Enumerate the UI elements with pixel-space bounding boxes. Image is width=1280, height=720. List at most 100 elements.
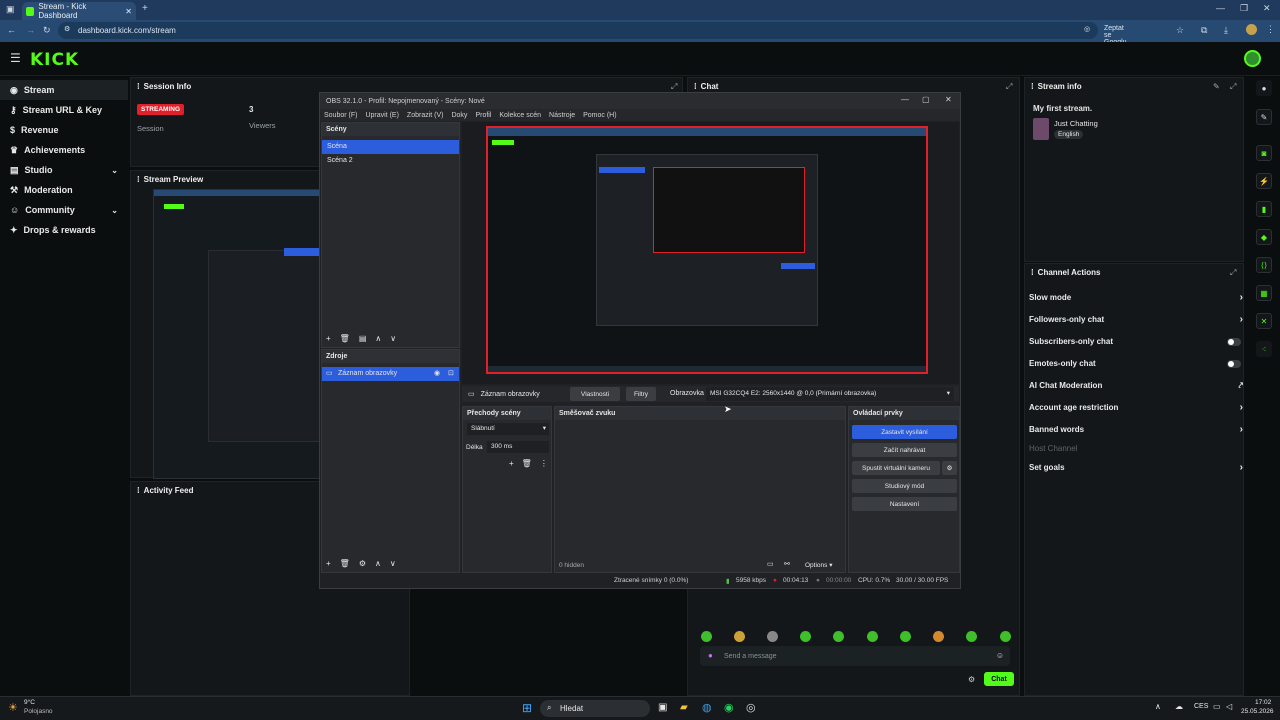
volume-icon[interactable]: ◁ <box>1226 702 1232 711</box>
obs-preview-area[interactable] <box>462 122 959 384</box>
chat-send-button[interactable]: Chat <box>984 672 1014 686</box>
network-icon[interactable]: ▭ <box>1213 702 1221 711</box>
emote-icon[interactable] <box>833 631 844 642</box>
downloads-icon[interactable]: ⤓ <box>1224 25 1228 36</box>
obs-preview-source-frame[interactable] <box>486 126 928 374</box>
new-tab-icon[interactable]: + <box>142 3 148 14</box>
bookmark-star-icon[interactable]: ☆ <box>1176 25 1184 36</box>
obs-close-icon[interactable]: ✕ <box>945 95 952 104</box>
mixer-options-button[interactable]: Options ▾ <box>805 561 832 569</box>
tab-list-icon[interactable]: ▣ <box>6 4 15 15</box>
file-explorer-icon[interactable]: ▰ <box>680 702 688 713</box>
emote-icon[interactable] <box>1000 631 1011 642</box>
settings-icon[interactable]: ⚙ <box>359 559 366 568</box>
emote-icon[interactable] <box>900 631 911 642</box>
back-icon[interactable]: ← <box>7 25 16 35</box>
studio-mode-button[interactable]: Studiový mód <box>852 479 957 493</box>
bolt-rail-icon[interactable]: ⚡ <box>1256 173 1272 189</box>
trash-icon[interactable]: 🗑 <box>340 334 350 343</box>
obs-menu-profile[interactable]: Profil <box>475 112 491 119</box>
emote-icon[interactable] <box>734 631 745 642</box>
edit-rail-icon[interactable]: ✎ <box>1256 109 1272 125</box>
kick-logo[interactable]: KICK <box>30 50 79 70</box>
emoji-icon[interactable]: ☺ <box>996 651 1004 660</box>
microphone-icon[interactable]: ● <box>708 651 713 660</box>
obs-menu-edit[interactable]: Upravit (E) <box>365 112 398 119</box>
filters-button[interactable]: Filtry <box>626 387 656 401</box>
site-info-icon[interactable]: ⚙ <box>64 25 70 33</box>
emote-icon[interactable] <box>767 631 778 642</box>
emote-icon[interactable] <box>701 631 712 642</box>
emote-icon[interactable] <box>800 631 811 642</box>
obs-menu-view[interactable]: Zobrazit (V) <box>407 112 444 119</box>
close-tab-icon[interactable]: ✕ <box>125 7 132 16</box>
emote-icon[interactable] <box>867 631 878 642</box>
obs-menu-scene-collection[interactable]: Kolekce scén <box>499 112 541 119</box>
emotes-only-toggle[interactable] <box>1227 359 1241 368</box>
weather-icon[interactable]: ☀ <box>8 701 18 714</box>
expand-icon[interactable]: ⤢ <box>1230 82 1236 92</box>
move-down-icon[interactable]: ∨ <box>390 334 396 343</box>
code-rail-icon[interactable]: ⟨⟩ <box>1256 257 1272 273</box>
tray-cloud-icon[interactable]: ☁ <box>1175 702 1183 711</box>
edit-icon[interactable]: ✎ <box>1213 82 1220 91</box>
sidebar-item-drops-rewards[interactable]: ✦ Drops & rewards <box>0 220 128 240</box>
action-ai-moderation[interactable]: AI Chat Moderation ⤤ <box>1029 381 1243 391</box>
add-icon[interactable]: + <box>509 459 514 468</box>
action-emotes-only[interactable]: Emotes-only chat <box>1029 359 1243 368</box>
user-avatar[interactable] <box>1244 50 1261 67</box>
chrome-icon[interactable]: ◍ <box>702 701 712 714</box>
obs-menu-docks[interactable]: Doky <box>451 112 467 119</box>
info-icon[interactable]: ● <box>1256 80 1272 96</box>
sidebar-item-stream-url-key[interactable]: ⚷ Stream URL & Key <box>0 100 128 120</box>
obs-minimize-icon[interactable]: — <box>901 95 909 104</box>
sidebar-item-stream[interactable]: ◉ Stream <box>0 80 128 100</box>
hamburger-menu-icon[interactable]: ☰ <box>10 51 21 65</box>
profile-avatar[interactable] <box>1246 24 1257 35</box>
sidebar-item-studio[interactable]: ▤ Studio ⌄ <box>0 160 128 180</box>
emote-icon[interactable] <box>933 631 944 642</box>
browser-tab[interactable]: Stream - Kick Dashboard ✕ <box>22 2 136 20</box>
sidebar-item-moderation[interactable]: ⚒ Moderation <box>0 180 128 200</box>
virtual-camera-settings-icon[interactable]: ⚙ <box>942 461 957 475</box>
task-view-icon[interactable]: ▣ <box>658 702 667 713</box>
extensions-icon[interactable]: ⧉ <box>1201 25 1207 36</box>
lock-icon[interactable]: ⊡ <box>448 369 454 377</box>
add-icon[interactable]: + <box>326 559 331 568</box>
obs-menu-tools[interactable]: Nástroje <box>549 112 575 119</box>
chat-settings-icon[interactable]: ⚙ <box>968 675 975 684</box>
clip-rail-icon[interactable]: ▮ <box>1256 201 1272 217</box>
close-window-icon[interactable]: ✕ <box>1263 3 1271 14</box>
stream-preview-video[interactable] <box>153 189 321 479</box>
url-bar[interactable]: ⚙ dashboard.kick.com/stream ◎ Zeptat se … <box>58 22 1127 46</box>
expand-icon[interactable]: ⤢ <box>671 82 677 92</box>
obs-scene-item[interactable]: Scéna 2 <box>322 154 459 168</box>
taskbar-search[interactable]: ⌕ Hledat <box>540 700 650 717</box>
input-language[interactable]: CES <box>1194 703 1208 710</box>
camera-rail-icon[interactable]: ◙ <box>1256 145 1272 161</box>
visibility-eye-icon[interactable]: ◉ <box>434 369 440 377</box>
layout-rail-icon[interactable]: ▦ <box>1256 285 1272 301</box>
dots-rail-icon[interactable]: ⁖ <box>1256 341 1272 357</box>
more-icon[interactable]: ⋮ <box>540 459 548 468</box>
transition-select[interactable]: Slábnutí ▾ <box>467 423 549 435</box>
wrench-rail-icon[interactable]: ✕ <box>1256 313 1272 329</box>
properties-button[interactable]: Vlastnosti <box>570 387 620 401</box>
start-recording-button[interactable]: Začít nahrávat <box>852 443 957 457</box>
virtual-camera-button[interactable]: Spustit virtuální kameru <box>852 461 940 475</box>
action-subscribers-only[interactable]: Subscribers-only chat <box>1029 337 1243 346</box>
action-account-age[interactable]: Account age restriction › <box>1029 402 1243 413</box>
maximize-window-icon[interactable]: ❐ <box>1240 3 1248 14</box>
obs-source-item[interactable]: ▭ Záznam obrazovky ◉ ⊡ <box>322 367 459 381</box>
forward-icon[interactable]: → <box>26 25 35 35</box>
chat-input[interactable]: ● Send a message ☺ <box>700 646 1010 666</box>
action-set-goals[interactable]: Set goals › <box>1029 462 1243 473</box>
spotify-icon[interactable]: ◉ <box>724 701 734 714</box>
duration-input[interactable]: 300 ms <box>487 441 549 453</box>
obs-menu-file[interactable]: Soubor (F) <box>324 112 357 119</box>
windows-start-icon[interactable]: ⊞ <box>522 701 532 715</box>
obs-taskbar-icon[interactable]: ◎ <box>746 701 756 714</box>
sidebar-item-community[interactable]: ☺ Community ⌄ <box>0 200 128 220</box>
move-up-icon[interactable]: ∧ <box>375 559 381 568</box>
google-lens-icon[interactable]: ◎ <box>1084 25 1090 33</box>
